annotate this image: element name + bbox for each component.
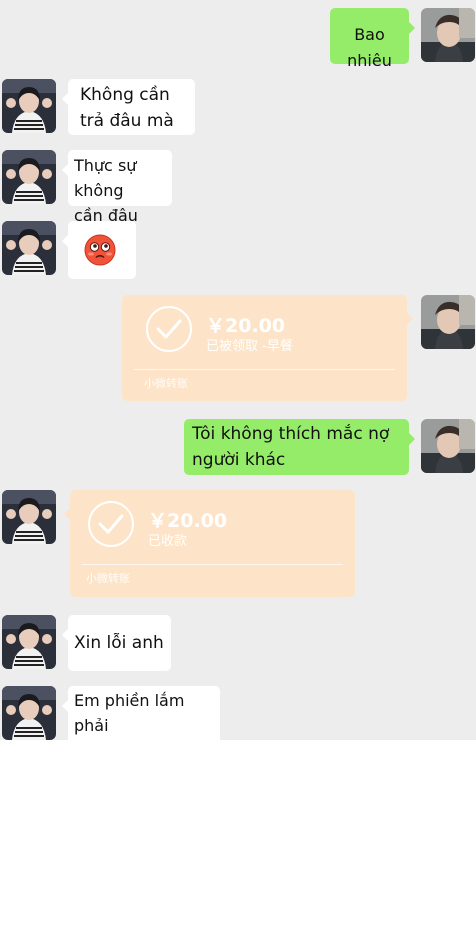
chat-area[interactable]: Bao nhiêu Không cần trả đâu mà Thực sự k… (0, 0, 476, 740)
message-text: Xin lỗi anh (74, 633, 164, 653)
incoming-message[interactable]: Thực sự không cần đâu (62, 150, 172, 225)
contact-avatar[interactable] (2, 686, 56, 740)
transfer-footer: 小微转账 (144, 377, 188, 390)
transfer-amount: ￥20.00 (206, 315, 286, 337)
outgoing-message[interactable]: Bao nhiêu (330, 8, 415, 70)
transfer-status: 已收款 (148, 534, 188, 549)
contact-avatar[interactable] (2, 150, 56, 204)
transfer-card[interactable]: ￥20.00 已收款 小微转账 (64, 490, 355, 597)
transfer-amount: ￥20.00 (148, 510, 228, 532)
transfer-footer: 小微转账 (86, 572, 130, 585)
self-avatar[interactable] (421, 8, 475, 62)
transfer-divider (134, 369, 395, 370)
check-circle-icon (146, 306, 192, 352)
check-circle-icon (88, 501, 134, 547)
message-text: Bao nhiêu (347, 25, 392, 70)
message-text: Em phiền lắm phải không (74, 691, 185, 735)
flushed-face-icon (84, 234, 116, 266)
incoming-message[interactable]: Xin lỗi anh (62, 615, 171, 671)
outgoing-message[interactable]: Tôi không thích mắc nợ người khác (184, 419, 415, 475)
incoming-message[interactable]: Em phiền lắm phải không (62, 686, 220, 740)
transfer-divider (82, 564, 343, 565)
self-avatar[interactable] (421, 295, 475, 349)
transfer-status: 已被领取 -早餐 (206, 339, 293, 354)
message-text: Thực sự không cần đâu (74, 156, 138, 225)
incoming-message[interactable]: Không cần trả đâu mà (62, 79, 195, 135)
self-avatar[interactable] (421, 419, 475, 473)
contact-avatar[interactable] (2, 221, 56, 275)
message-text: Tôi không thích mắc nợ người khác (192, 424, 390, 470)
incoming-emoji-message[interactable] (62, 221, 136, 279)
transfer-card[interactable]: ￥20.00 已被领取 -早餐 小微转账 (122, 295, 413, 401)
contact-avatar[interactable] (2, 615, 56, 669)
blank-area (0, 740, 476, 927)
contact-avatar[interactable] (2, 79, 56, 133)
contact-avatar[interactable] (2, 490, 56, 544)
message-text: Không cần trả đâu mà (80, 85, 174, 131)
